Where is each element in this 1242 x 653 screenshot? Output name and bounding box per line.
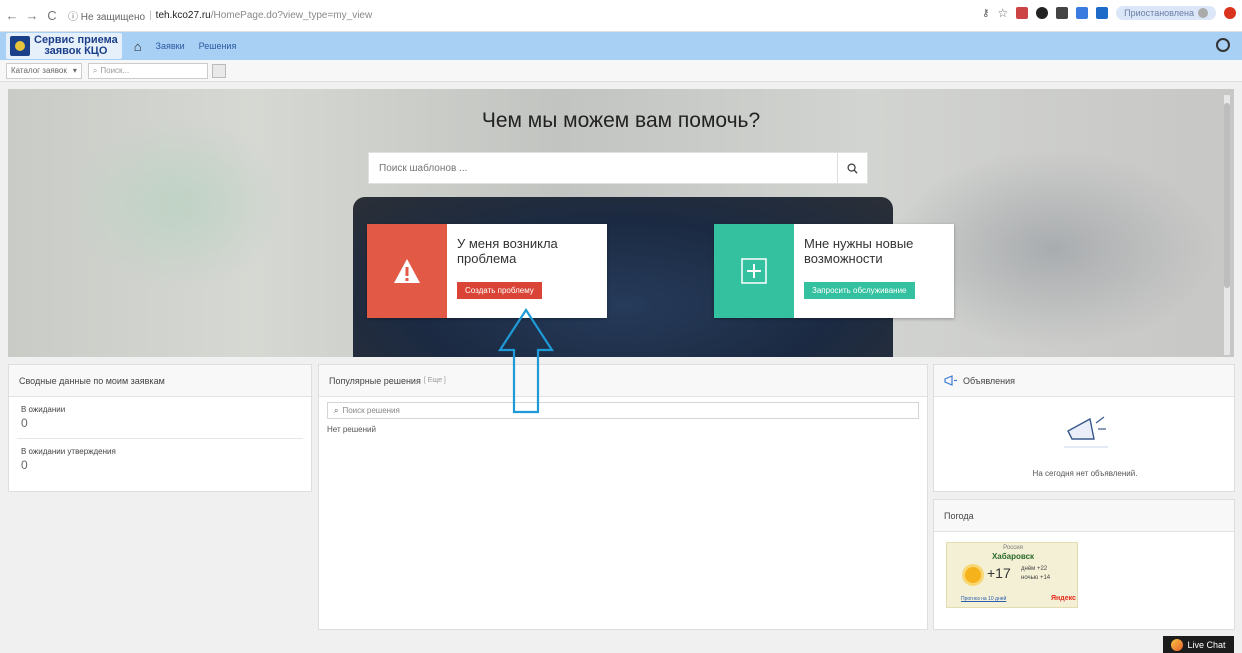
summary-item-label: В ожидании утверждения xyxy=(21,447,116,456)
profile-button[interactable]: Приостановлена xyxy=(1116,6,1216,20)
weather-widget[interactable]: Россия Хабаровск +17 днём +22 ночью +14 … xyxy=(946,542,1078,608)
search-icon: ⌕ xyxy=(92,65,98,75)
weather-title: Погода xyxy=(934,500,1234,532)
quick-search-placeholder: Поиск... xyxy=(100,66,130,75)
reload-button[interactable]: C xyxy=(44,8,60,23)
card-icon-area xyxy=(714,224,794,318)
solution-search-placeholder: Поиск решения xyxy=(342,406,400,415)
announcements-panel: Объявления На сегодня нет объявлений. xyxy=(933,364,1235,492)
extension-icons: ⚷ ☆ Приостановлена xyxy=(982,6,1236,20)
problem-card: У меня возникла проблема Создать проблем… xyxy=(367,224,607,318)
logo-line2: заявок КЦО xyxy=(44,45,108,57)
extension-icon[interactable] xyxy=(1056,7,1069,19)
weather-night: ночью +14 xyxy=(1021,575,1051,581)
weather-day: днём +22 xyxy=(1021,566,1048,572)
url-separator: | xyxy=(149,10,152,21)
hero-background-shape xyxy=(68,119,288,289)
hero-title: Чем мы можем вам помочь? xyxy=(481,109,761,132)
template-search-input[interactable] xyxy=(369,153,837,183)
weather-country: Россия xyxy=(1003,545,1023,551)
key-icon[interactable]: ⚷ xyxy=(982,8,989,19)
template-search xyxy=(368,152,868,184)
catalog-label: Каталог заявок xyxy=(11,66,67,75)
opera-icon[interactable] xyxy=(1224,7,1236,19)
weather-temperature: +17 xyxy=(987,565,1011,581)
plus-icon xyxy=(741,258,767,284)
problem-card-title: У меня возникла проблема xyxy=(457,236,558,266)
logo-text: Сервис приема заявок КЦО xyxy=(34,35,118,57)
shield-icon[interactable] xyxy=(1076,7,1089,19)
summary-item[interactable]: В ожидании 0 xyxy=(9,397,311,430)
browser-toolbar: ← → C ⓘ Не защищено | teh.kco27.ru /Home… xyxy=(0,0,1242,32)
address-bar[interactable]: ⓘ Не защищено | teh.kco27.ru /HomePage.d… xyxy=(68,5,372,27)
quick-search-input[interactable]: ⌕ Поиск... xyxy=(87,62,208,79)
forward-button[interactable]: → xyxy=(24,8,40,23)
announcements-title: Объявления xyxy=(963,375,1016,386)
nav-requests[interactable]: Заявки xyxy=(156,41,185,51)
app-header: Сервис приема заявок КЦО ⌂ Заявки Решени… xyxy=(0,32,1242,60)
live-chat-button[interactable]: Live Chat xyxy=(1163,636,1234,653)
summary-item[interactable]: В ожидании утверждения 0 xyxy=(9,439,311,472)
weather-panel: Погода Россия Хабаровск +17 днём +22 ноч… xyxy=(933,499,1235,630)
search-options-button[interactable] xyxy=(211,63,226,78)
catalog-select[interactable]: Каталог заявок ▾ xyxy=(6,62,82,79)
summary-item-value: 0 xyxy=(21,458,28,472)
url-host: teh.kco27.ru xyxy=(155,10,211,21)
popular-solutions-title: Популярные решения xyxy=(329,375,421,386)
nav-solutions[interactable]: Решения xyxy=(199,41,237,51)
url-path: /HomePage.do?view_type=my_view xyxy=(210,10,373,21)
back-button[interactable]: ← xyxy=(4,8,20,23)
solution-search-input[interactable]: ⌕ Поиск решения xyxy=(327,402,919,419)
summary-item-label: В ожидании xyxy=(21,405,66,414)
annotation-arrow xyxy=(497,308,555,414)
megaphone-icon xyxy=(1064,416,1108,448)
service-card-title: Мне нужны новые возможности xyxy=(804,236,914,266)
card-icon-area xyxy=(367,224,447,318)
security-indicator[interactable]: ⓘ Не защищено xyxy=(68,8,145,23)
hero-scrollbar[interactable] xyxy=(1224,95,1230,355)
extension-icon[interactable] xyxy=(1016,7,1029,19)
create-problem-button[interactable]: Создать проблему xyxy=(457,282,542,299)
sun-icon xyxy=(965,567,981,583)
search-icon: ⌕ xyxy=(334,405,339,415)
avatar xyxy=(1198,8,1208,18)
emblem-icon xyxy=(10,36,30,56)
weather-city: Хабаровск xyxy=(991,552,1035,561)
home-icon[interactable]: ⌂ xyxy=(134,39,142,54)
chat-icon xyxy=(1171,638,1184,651)
search-icon xyxy=(847,162,858,174)
summary-item-value: 0 xyxy=(21,416,28,430)
extension-icon[interactable] xyxy=(1096,7,1109,19)
empty-message: На сегодня нет объявлений. xyxy=(1032,469,1138,478)
profile-label: Приостановлена xyxy=(1124,8,1194,18)
summary-panel: Сводные данные по моим заявкам В ожидани… xyxy=(8,364,312,492)
star-icon[interactable]: ☆ xyxy=(997,6,1008,20)
logo[interactable]: Сервис приема заявок КЦО xyxy=(6,33,122,59)
scrollbar-thumb[interactable] xyxy=(1224,103,1230,288)
chevron-down-icon: ▾ xyxy=(72,66,77,75)
sub-toolbar: Каталог заявок ▾ ⌕ Поиск... xyxy=(0,60,1242,82)
extension-icon[interactable] xyxy=(1036,7,1049,19)
more-link[interactable]: [ Еще ] xyxy=(424,377,446,384)
popular-solutions-panel: Популярные решения [ Еще ] ⌕ Поиск решен… xyxy=(318,364,928,630)
megaphone-icon xyxy=(944,375,957,386)
search-button[interactable] xyxy=(837,153,867,183)
summary-title: Сводные данные по моим заявкам xyxy=(9,365,311,397)
popular-solutions-header: Популярные решения [ Еще ] xyxy=(319,365,927,397)
weather-brand[interactable]: Яндекс xyxy=(1051,595,1076,602)
hero-banner: Чем мы можем вам помочь? У меня возникла… xyxy=(8,89,1234,357)
empty-message: Нет решений xyxy=(327,425,376,434)
service-card: Мне нужны новые возможности Запросить об… xyxy=(714,224,954,318)
live-chat-label: Live Chat xyxy=(1187,639,1226,650)
request-service-button[interactable]: Запросить обслуживание xyxy=(804,282,915,299)
warning-icon xyxy=(394,259,420,283)
forecast-link[interactable]: Прогноз на 10 дней xyxy=(961,596,1006,602)
user-icon[interactable] xyxy=(1216,38,1230,52)
announcements-header: Объявления xyxy=(934,365,1234,397)
